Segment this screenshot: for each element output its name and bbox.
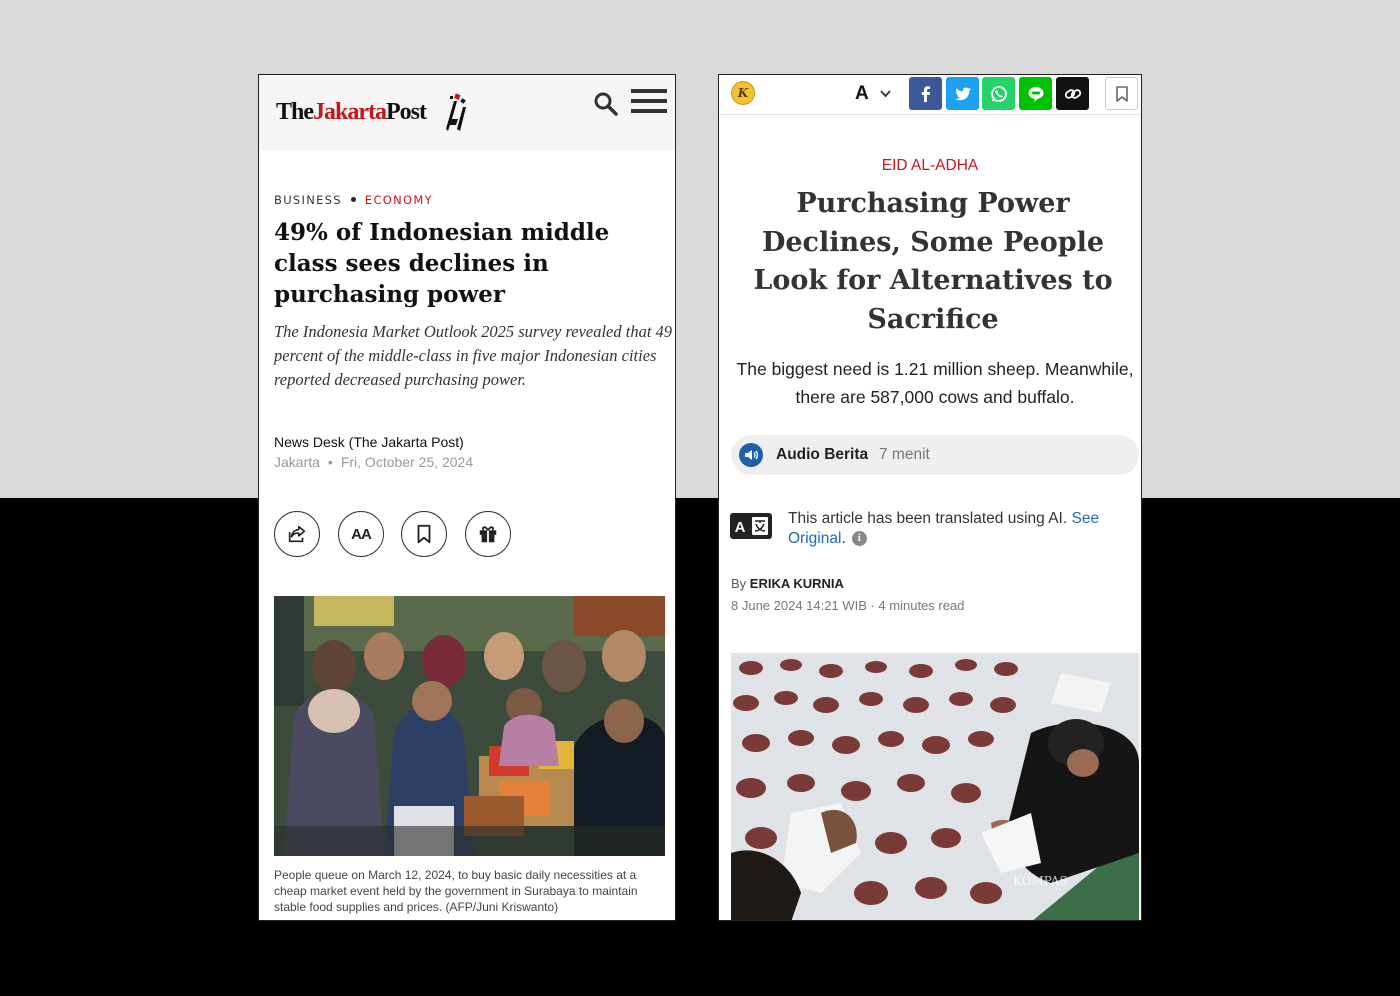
- article-headline: Purchasing Power Declines, Some People L…: [753, 188, 1113, 335]
- kompas-logo[interactable]: K: [731, 81, 755, 105]
- background-bottom: [0, 498, 1400, 996]
- article-date: Fri, October 25, 2024: [340, 454, 474, 470]
- article-standfirst: The Indonesia Market Outlook 2025 survey…: [274, 322, 673, 389]
- market-crowd-photo: [274, 596, 665, 856]
- font-size-icon: AA: [351, 525, 372, 543]
- share-facebook-button[interactable]: [909, 77, 942, 110]
- article-kicker[interactable]: EID AL-ADHA: [719, 157, 1141, 175]
- share-button[interactable]: [274, 511, 320, 557]
- twitter-icon: [954, 87, 971, 100]
- bookmark-button[interactable]: [1105, 77, 1138, 110]
- photo-watermark: KOMPAS: [1013, 874, 1068, 888]
- audio-duration: 7 menit: [879, 446, 930, 463]
- share-icon: [288, 525, 306, 543]
- article-toolbar: K A: [719, 75, 1141, 115]
- share-twitter-button[interactable]: [946, 77, 979, 110]
- search-icon[interactable]: [593, 91, 619, 117]
- bookmark-icon: [417, 524, 431, 544]
- article-headline: 49% of Indonesian middle class sees decl…: [274, 219, 610, 308]
- article-categories: BUSINESS ECONOMY: [274, 193, 433, 207]
- facebook-icon: [921, 85, 930, 102]
- article-photo: KOMPAS: [731, 653, 1139, 920]
- svg-text:A: A: [735, 519, 746, 536]
- gift-article-button[interactable]: [465, 511, 511, 557]
- ai-translation-notice: This article has been translated using A…: [788, 510, 1100, 547]
- category-economy[interactable]: ECONOMY: [365, 193, 433, 207]
- speaker-icon: [739, 443, 763, 467]
- site-header: TheJakartaPost: [259, 75, 675, 150]
- photo-caption: People queue on March 12, 2024, to buy b…: [274, 868, 638, 914]
- bookmark-button[interactable]: [401, 511, 447, 557]
- font-size-button[interactable]: AA: [338, 511, 384, 557]
- chevron-down-icon[interactable]: [879, 87, 892, 100]
- share-line-button[interactable]: [1019, 77, 1052, 110]
- copy-link-button[interactable]: [1056, 77, 1089, 110]
- article-location: Jakarta: [274, 454, 320, 470]
- article-lede: The biggest need is 1.21 million sheep. …: [736, 359, 1134, 407]
- hamburger-menu-icon[interactable]: [631, 89, 667, 119]
- link-icon: [1064, 88, 1081, 99]
- bookmark-icon: [1115, 85, 1128, 102]
- jakarta-post-screenshot: TheJakartaPost BUSINESS ECONOMY 49% of In…: [258, 74, 676, 921]
- article-photo: [274, 596, 665, 856]
- category-business[interactable]: BUSINESS: [274, 193, 342, 207]
- author-name[interactable]: ERIKA KURNIA: [750, 576, 844, 591]
- anniversary-mark-icon: [446, 93, 466, 131]
- article-meta: Jakarta • Fri, October 25, 2024: [274, 454, 474, 470]
- jakarta-post-logo[interactable]: TheJakartaPost: [276, 99, 427, 126]
- article-date: 8 June 2024 14:21 WIB · 4 minutes read: [731, 598, 965, 613]
- line-icon: [1028, 86, 1043, 102]
- share-whatsapp-button[interactable]: [982, 77, 1015, 110]
- article-byline: By ERIKA KURNIA: [731, 576, 844, 591]
- article-action-bar: AA: [274, 511, 534, 559]
- gift-icon: [479, 526, 497, 543]
- whatsapp-icon: [990, 85, 1007, 102]
- sacrifice-meat-photo: KOMPAS: [731, 653, 1139, 920]
- background-top: [0, 0, 1400, 498]
- kompas-screenshot: K A EID AL-ADHA Purchasing Power Decline…: [718, 74, 1142, 921]
- info-icon[interactable]: i: [851, 531, 867, 547]
- article-author[interactable]: News Desk (The Jakarta Post): [274, 434, 464, 450]
- translate-icon: A: [730, 513, 772, 539]
- audio-news-player[interactable]: Audio Berita 7 menit: [731, 435, 1139, 475]
- audio-label: Audio Berita: [776, 446, 869, 463]
- font-settings-button[interactable]: A: [855, 83, 869, 105]
